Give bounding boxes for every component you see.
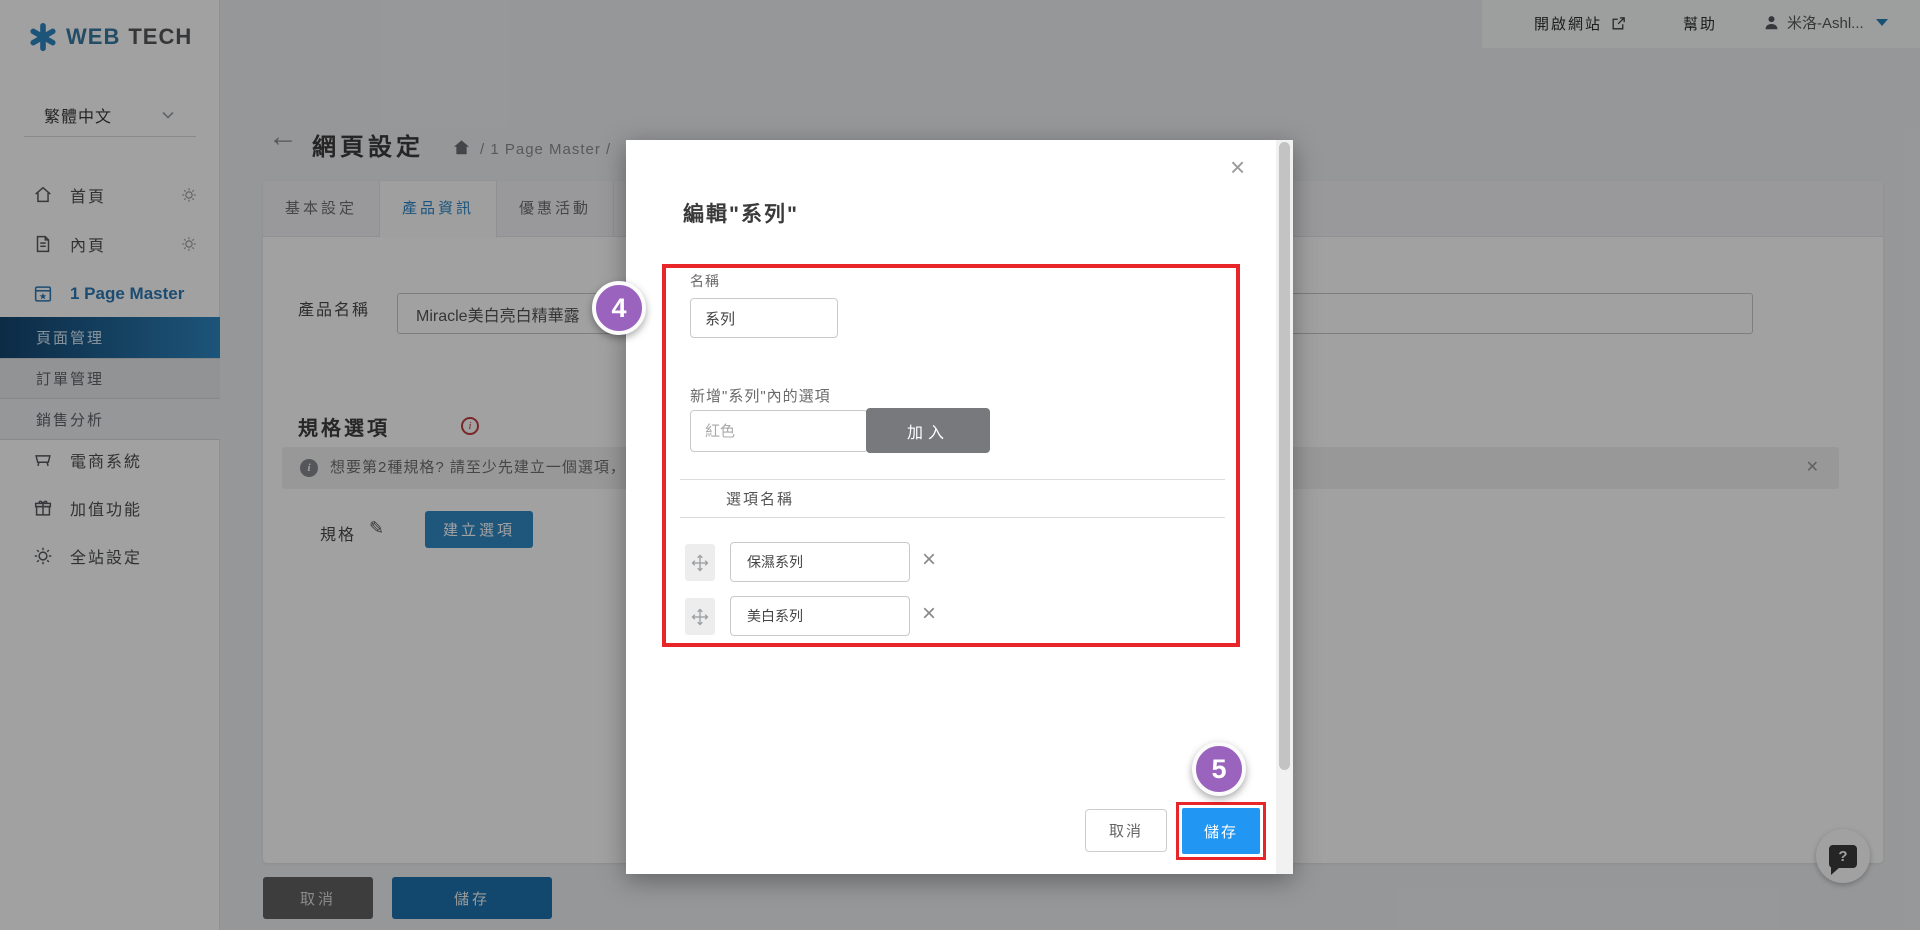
modal-cancel-button[interactable]: 取消 (1085, 809, 1167, 852)
step-badge-5: 5 (1192, 742, 1246, 796)
delete-option-icon[interactable]: × (922, 602, 936, 626)
divider (680, 517, 1225, 518)
add-option-label: 新增"系列"內的選項 (690, 385, 831, 406)
option-name-input[interactable] (730, 542, 910, 582)
name-label: 名稱 (690, 271, 720, 291)
delete-option-icon[interactable]: × (922, 548, 936, 572)
options-table-header: 選項名稱 (726, 488, 794, 509)
scrollbar-thumb[interactable] (1279, 142, 1290, 770)
name-input[interactable] (690, 298, 838, 338)
modal-scrollbar[interactable] (1276, 140, 1293, 874)
modal-save-button[interactable]: 儲存 (1182, 808, 1260, 854)
add-button[interactable]: 加入 (866, 408, 990, 453)
app-root: WEB TECH 繁體中文 首頁 (0, 0, 1920, 930)
drag-handle[interactable] (685, 598, 715, 635)
modal-title: 編輯"系列" (683, 198, 799, 228)
add-option-input[interactable] (690, 410, 868, 452)
step-badge-4: 4 (592, 281, 646, 335)
divider (680, 479, 1225, 480)
option-name-input[interactable] (730, 596, 910, 636)
drag-handle[interactable] (685, 544, 715, 581)
modal-close-icon[interactable]: × (1230, 154, 1245, 180)
